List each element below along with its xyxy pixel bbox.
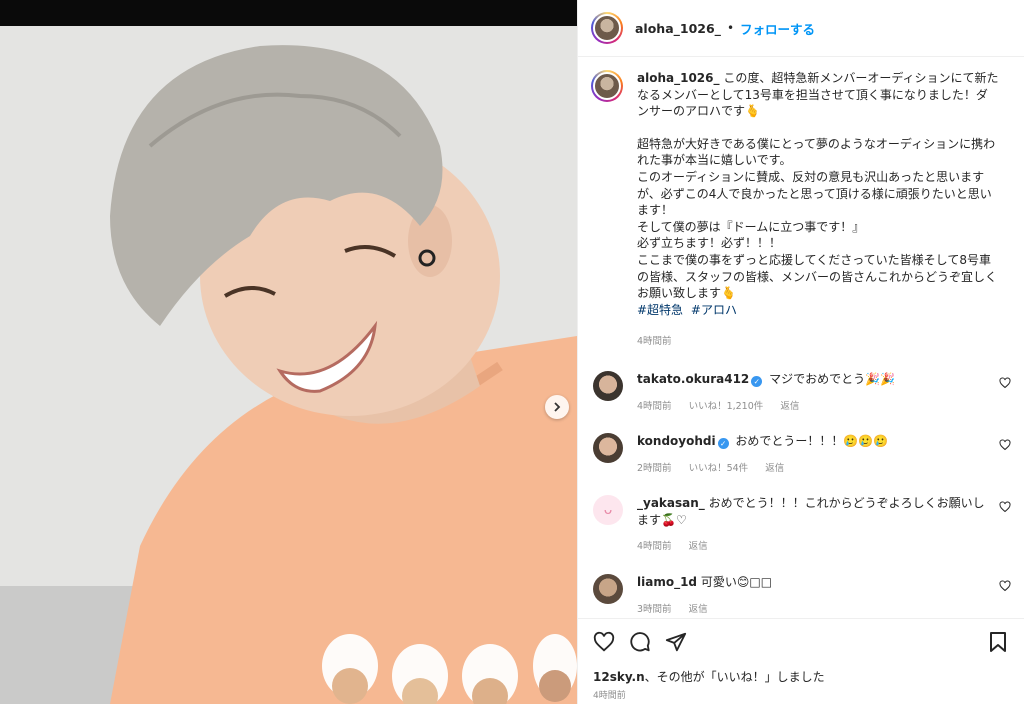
comment-username[interactable]: kondoyohdi (637, 434, 716, 448)
instagram-post-window: aloha_1026_ • フォローする aloha_1026_ この度、超特急… (0, 0, 1024, 704)
follow-button[interactable]: フォローする (740, 19, 815, 38)
comment-item: liamo_1d 可愛い😊□□ 3時間前 返信 (578, 574, 1024, 618)
caption-para3: このオーディションに賛成、反対の意見も沢山あったと思いますが、必ずこの4人で良か… (637, 169, 992, 218)
verified-badge-icon: ✓ (751, 375, 763, 387)
bookmark-icon[interactable] (988, 631, 1008, 653)
heart-icon[interactable] (999, 501, 1011, 513)
caption-para2: 超特急が大好きである僕にとって夢のようなオーディションに携われた事が本当に嬉しい… (637, 136, 996, 168)
comment-username[interactable]: liamo_1d (637, 575, 697, 589)
author-avatar[interactable] (591, 12, 623, 44)
author-username[interactable]: aloha_1026_ (635, 21, 721, 36)
comment-text: マジでおめでとう🎉🎉 (769, 371, 896, 386)
caption-para5: 必ず立ちます！必ず！！！ (637, 236, 782, 251)
comment-avatar[interactable] (593, 370, 623, 401)
selfie-illustration (0, 26, 577, 704)
reply-button[interactable]: 返信 (780, 401, 799, 412)
reply-button[interactable]: 返信 (689, 604, 708, 615)
chevron-right-icon (554, 402, 561, 412)
comments-scroll-area[interactable]: aloha_1026_ この度、超特急新メンバーオーディションにて新たなるメンバ… (578, 58, 1024, 618)
comment-item: kondoyohdi ✓ おめでとうー！！！🥲🥲🥲 2時間前 いいね！54件 返信 (578, 433, 1024, 477)
photo-top-bar (0, 0, 577, 26)
post-photo[interactable] (0, 26, 577, 704)
comment-avatar[interactable] (593, 433, 623, 464)
comment-item: takato.okura412 ✓ マジでおめでとう🎉🎉 4時間前 いいね！1,2… (578, 370, 1024, 415)
action-bar: 12sky.n、その他が「いいね！」しました 4時間前 (578, 618, 1024, 704)
verified-badge-icon: ✓ (717, 438, 729, 450)
comment-bubble-icon[interactable] (629, 631, 651, 653)
comment-username[interactable]: takato.okura412 (637, 372, 749, 386)
caption-hashtags: #超特急 #アロハ (637, 302, 999, 319)
hashtag-link[interactable]: #アロハ (691, 303, 737, 317)
post-header: aloha_1026_ • フォローする (578, 0, 1024, 57)
next-photo-button[interactable] (545, 395, 569, 419)
comment-time: 3時間前 (637, 603, 672, 615)
comment-item: ᴗ _yakasan_ おめでとう！！！これからどうぞよろしくお願いします🍒♡ … (578, 495, 1024, 556)
caption-para6: ここまで僕の事をずっと応援してくださっていた皆様そして8号車の皆様、スタッフの皆… (637, 252, 998, 301)
post-time: 4時間前 (593, 691, 626, 701)
caption: aloha_1026_ この度、超特急新メンバーオーディションにて新たなるメンバ… (578, 58, 1024, 351)
comment-avatar[interactable]: ᴗ (593, 495, 623, 526)
caption-para4: そして僕の夢は『ドームに立つ事です！』 (637, 219, 865, 234)
likes-suffix: 、その他が「いいね！」しました (644, 670, 825, 684)
post-detail-panel: aloha_1026_ • フォローする aloha_1026_ この度、超特急… (577, 0, 1024, 704)
heart-icon[interactable] (999, 377, 1011, 389)
heart-icon[interactable] (999, 580, 1011, 592)
comment-avatar[interactable] (593, 574, 623, 605)
comment-time: 4時間前 (637, 541, 672, 553)
caption-text: aloha_1026_ この度、超特急新メンバーオーディションにて新たなるメンバ… (637, 70, 999, 351)
comment-time: 4時間前 (637, 400, 672, 412)
comment-text: 可愛い😊□□ (700, 575, 773, 590)
heart-icon[interactable] (999, 439, 1011, 451)
likes-summary[interactable]: 12sky.n、その他が「いいね！」しました (593, 668, 825, 685)
comment-text: おめでとうー！！！🥲🥲🥲 (735, 434, 889, 449)
separator-dot: • (726, 21, 735, 35)
caption-time: 4時間前 (637, 336, 672, 348)
comment-username[interactable]: _yakasan_ (637, 496, 705, 510)
caption-username[interactable]: aloha_1026_ (637, 71, 720, 85)
caption-avatar[interactable] (591, 70, 623, 102)
likes-user[interactable]: 12sky.n (593, 670, 645, 684)
comment-likes[interactable]: いいね！54件 (689, 463, 749, 474)
comment-time: 2時間前 (637, 462, 672, 474)
comment-likes[interactable]: いいね！1,210件 (689, 401, 764, 412)
share-paper-plane-icon[interactable] (665, 631, 687, 653)
reply-button[interactable]: 返信 (765, 463, 784, 474)
hashtag-link[interactable]: #超特急 (637, 303, 683, 317)
like-heart-icon[interactable] (593, 631, 615, 653)
reply-button[interactable]: 返信 (689, 541, 708, 552)
